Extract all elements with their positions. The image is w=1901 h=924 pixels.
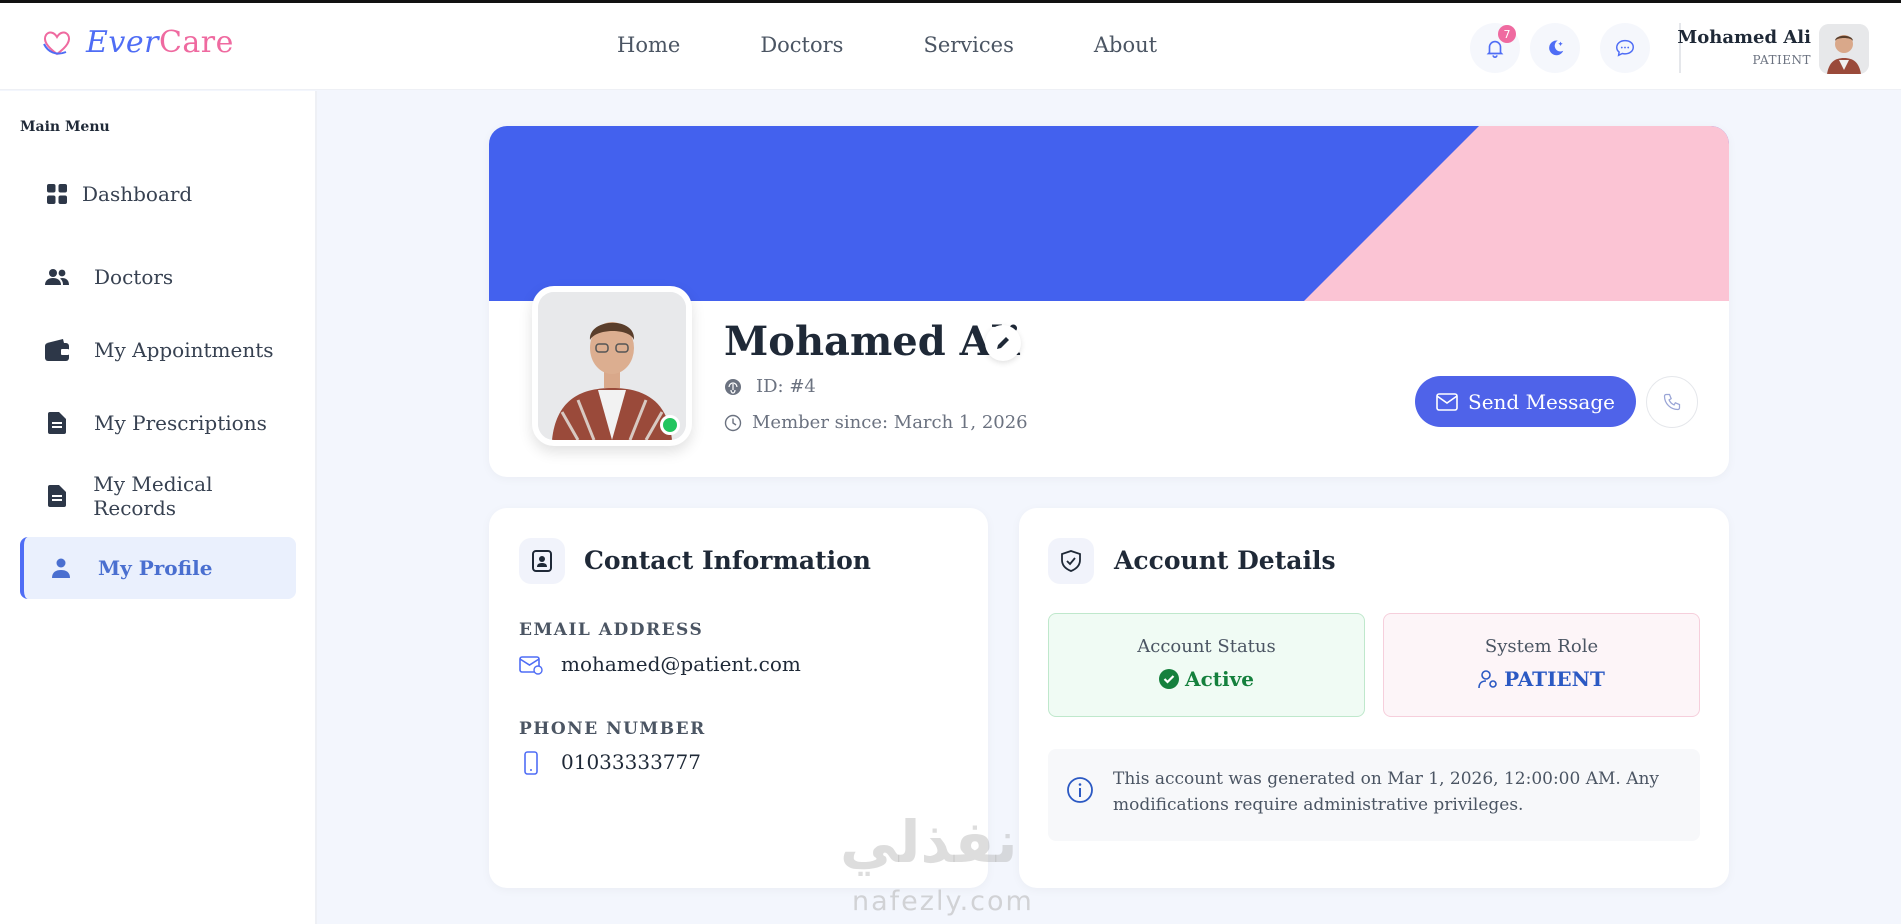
profile-id-text: ID: #4 (756, 376, 816, 397)
sidebar-item-label: My Prescriptions (94, 411, 267, 435)
document-icon (44, 483, 69, 509)
account-status-value: Active (1049, 667, 1364, 691)
main-nav: Home Doctors Services About (617, 33, 1157, 57)
nav-doctors[interactable]: Doctors (760, 33, 843, 57)
phone-label: PHONE NUMBER (519, 719, 706, 739)
chat-bubble-icon (1616, 39, 1634, 57)
sidebar-item-label: Doctors (94, 265, 174, 289)
watermark-arabic: نفذلي (840, 808, 1018, 876)
sidebar-item-doctors[interactable]: Doctors (20, 246, 296, 308)
phone-value[interactable]: 01033333777 (561, 750, 701, 774)
account-status-box: Account Status Active (1048, 613, 1365, 717)
account-info-text: This account was generated on Mar 1, 202… (1113, 769, 1660, 815)
contact-card-icon (519, 538, 565, 584)
users-icon (44, 264, 70, 290)
email-icon (519, 656, 543, 675)
document-icon (44, 410, 70, 436)
logo-text: EverCare (86, 25, 234, 60)
online-status-dot (660, 415, 680, 435)
account-card-title: Account Details (1114, 546, 1336, 575)
app-logo[interactable]: EverCare (40, 25, 234, 60)
profile-id: ID: #4 (724, 376, 816, 397)
account-status-label: Account Status (1137, 636, 1276, 657)
notifications-button[interactable]: 7 (1470, 23, 1520, 73)
member-since-text: Member since: March 1, 2026 (752, 412, 1028, 433)
email-value[interactable]: mohamed@patient.com (561, 652, 801, 676)
wallet-icon (44, 337, 70, 363)
account-card-icon (1048, 538, 1094, 584)
moon-icon (1549, 40, 1564, 56)
contact-card-title: Contact Information (584, 546, 871, 575)
sidebar-item-label: My Profile (98, 556, 213, 580)
user-cog-icon (1478, 670, 1497, 689)
phone-icon (1663, 393, 1681, 411)
pencil-icon (997, 337, 1009, 349)
edit-name-button[interactable] (985, 325, 1021, 361)
sidebar-item-my-profile[interactable]: My Profile (20, 537, 296, 599)
dark-mode-toggle[interactable] (1530, 23, 1580, 73)
sidebar-item-label: My Medical Records (93, 472, 213, 520)
shield-check-icon (1061, 550, 1081, 572)
send-message-button[interactable]: Send Message (1415, 376, 1636, 427)
nav-services[interactable]: Services (923, 33, 1013, 57)
sidebar-item-label: My Appointments (94, 338, 274, 362)
check-circle-icon (1159, 669, 1180, 689)
sidebar-item-label: Dashboard (82, 182, 193, 206)
member-since: Member since: March 1, 2026 (724, 412, 1028, 433)
sidebar-item-appointments[interactable]: My Appointments (20, 319, 296, 381)
contact-badge-icon (532, 550, 552, 572)
profile-banner (489, 126, 1729, 301)
system-role-value: PATIENT (1384, 667, 1699, 691)
top-header: EverCare Home Doctors Services About 7 M… (0, 3, 1901, 90)
envelope-icon (1436, 392, 1458, 411)
send-message-label: Send Message (1468, 389, 1615, 414)
header-avatar[interactable] (1819, 24, 1869, 74)
sidebar-title: Main Menu (20, 119, 110, 135)
notification-badge: 7 (1498, 25, 1516, 43)
grid-icon (44, 181, 70, 207)
system-role-label: System Role (1484, 636, 1599, 657)
nav-about[interactable]: About (1094, 33, 1157, 57)
email-label: EMAIL ADDRESS (519, 620, 704, 640)
account-info-note: This account was generated on Mar 1, 202… (1048, 749, 1700, 841)
heart-hands-logo-icon (43, 31, 71, 55)
sidebar-item-dashboard[interactable]: Dashboard (20, 163, 296, 225)
system-role-box: System Role PATIENT (1383, 613, 1700, 717)
mobile-phone-icon (524, 751, 538, 775)
fingerprint-icon (725, 378, 741, 395)
user-icon (48, 555, 74, 581)
header-user-role: PATIENT (1752, 53, 1811, 67)
header-user-name: Mohamed Ali (1677, 27, 1811, 48)
nav-home[interactable]: Home (617, 33, 680, 57)
account-details-card: Account Details Account Status Active Sy… (1019, 508, 1729, 888)
sidebar-item-prescriptions[interactable]: My Prescriptions (20, 392, 296, 454)
clock-icon (724, 414, 742, 431)
profile-name: Mohamed Ali (724, 318, 1022, 365)
watermark-latin: nafezly.com (852, 886, 1034, 917)
messages-button[interactable] (1600, 23, 1650, 73)
info-icon (1067, 777, 1093, 803)
sidebar-item-medical-records[interactable]: My Medical Records (20, 465, 296, 527)
avatar-photo-icon (1819, 24, 1869, 74)
call-button[interactable] (1646, 376, 1698, 428)
